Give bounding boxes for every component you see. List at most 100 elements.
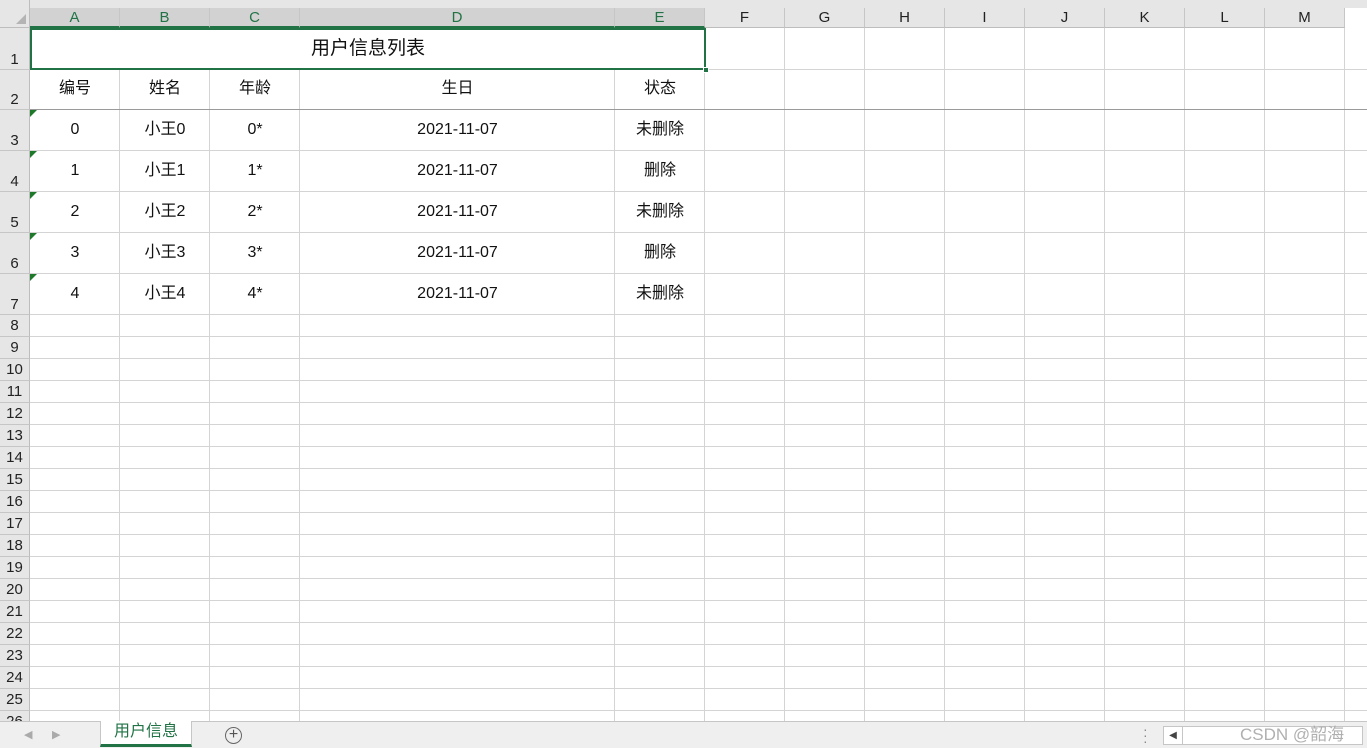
- row-header-16[interactable]: 16: [0, 491, 30, 513]
- column-header-e[interactable]: E: [615, 8, 705, 28]
- row-number: 21: [6, 603, 23, 620]
- row-header-1[interactable]: 1: [0, 28, 30, 70]
- column-header-j[interactable]: J: [1025, 8, 1105, 28]
- row-number: 1: [10, 51, 19, 68]
- grid-column-line: [864, 28, 865, 721]
- number-as-text-indicator-icon[interactable]: [30, 274, 37, 281]
- row-header-23[interactable]: 23: [0, 645, 30, 667]
- grid-row-line: [30, 402, 1367, 403]
- row-header-8[interactable]: 8: [0, 315, 30, 337]
- data-cell[interactable]: 4: [30, 274, 120, 315]
- column-header-i[interactable]: I: [945, 8, 1025, 28]
- data-cell[interactable]: 2021-11-07: [300, 110, 615, 151]
- row-header-20[interactable]: 20: [0, 579, 30, 601]
- data-cell[interactable]: 未删除: [615, 110, 705, 151]
- data-cell[interactable]: 4*: [210, 274, 300, 315]
- plus-circle-icon: +: [228, 726, 239, 743]
- header-cell[interactable]: 编号: [30, 70, 120, 110]
- row-header-9[interactable]: 9: [0, 337, 30, 359]
- data-cell[interactable]: 2*: [210, 192, 300, 233]
- data-cell[interactable]: 3*: [210, 233, 300, 274]
- scroll-tabs-left-icon[interactable]: ◀: [24, 728, 32, 741]
- add-sheet-button[interactable]: +: [225, 727, 242, 744]
- row-header-7[interactable]: 7: [0, 274, 30, 315]
- row-header-11[interactable]: 11: [0, 381, 30, 403]
- row-header-2[interactable]: 2: [0, 70, 30, 110]
- data-cell[interactable]: 未删除: [615, 192, 705, 233]
- row-number: 16: [6, 493, 23, 510]
- column-header-l[interactable]: L: [1185, 8, 1265, 28]
- data-cell[interactable]: 删除: [615, 233, 705, 274]
- row-header-18[interactable]: 18: [0, 535, 30, 557]
- grid-row-line: [30, 336, 1367, 337]
- data-cell[interactable]: 小王1: [120, 151, 210, 192]
- row-header-22[interactable]: 22: [0, 623, 30, 645]
- splitter-handle-icon[interactable]: · · ·: [1143, 722, 1148, 748]
- column-header-f[interactable]: F: [705, 8, 785, 28]
- grid-row-line: [30, 534, 1367, 535]
- row-header-10[interactable]: 10: [0, 359, 30, 381]
- data-cell[interactable]: 0*: [210, 110, 300, 151]
- data-cell[interactable]: 2: [30, 192, 120, 233]
- data-cell[interactable]: 2021-11-07: [300, 192, 615, 233]
- row-header-12[interactable]: 12: [0, 403, 30, 425]
- grid-column-line: [1184, 28, 1185, 721]
- header-cell[interactable]: 年龄: [210, 70, 300, 110]
- data-cell[interactable]: 1*: [210, 151, 300, 192]
- row-number: 20: [6, 581, 23, 598]
- row-header-3[interactable]: 3: [0, 110, 30, 151]
- data-cell[interactable]: 小王0: [120, 110, 210, 151]
- data-cell[interactable]: 1: [30, 151, 120, 192]
- column-header-b[interactable]: B: [120, 8, 210, 28]
- data-cell[interactable]: 小王4: [120, 274, 210, 315]
- data-cell[interactable]: 2021-11-07: [300, 233, 615, 274]
- sheet-tab-bar: ◀ ▶ 用户信息 + · · · ◀: [0, 721, 1367, 748]
- number-as-text-indicator-icon[interactable]: [30, 110, 37, 117]
- column-header-k[interactable]: K: [1105, 8, 1185, 28]
- column-header-a[interactable]: A: [30, 8, 120, 28]
- row-header-15[interactable]: 15: [0, 469, 30, 491]
- row-header-13[interactable]: 13: [0, 425, 30, 447]
- row-header-26[interactable]: 26: [0, 711, 30, 721]
- grid-row-line: [30, 424, 1367, 425]
- scroll-left-icon[interactable]: ◀: [1164, 727, 1183, 744]
- data-cell[interactable]: 小王2: [120, 192, 210, 233]
- row-header-4[interactable]: 4: [0, 151, 30, 192]
- row-header-14[interactable]: 14: [0, 447, 30, 469]
- scroll-tabs-right-icon[interactable]: ▶: [52, 728, 60, 741]
- title-cell[interactable]: 用户信息列表: [30, 28, 706, 70]
- spreadsheet-grid[interactable]: ABCDEFGHIJKLM 1 2 3 4 5 6 7 8 9 10 11 12 13 14 15 16 17 1…: [0, 0, 1367, 721]
- grid-row-line: [30, 358, 1367, 359]
- column-header-h[interactable]: H: [865, 8, 945, 28]
- column-header-d[interactable]: D: [300, 8, 615, 28]
- data-cell[interactable]: 2021-11-07: [300, 151, 615, 192]
- watermark: CSDN @韶海: [1240, 725, 1345, 744]
- header-cell[interactable]: 姓名: [120, 70, 210, 110]
- row-number: 19: [6, 559, 23, 576]
- header-cell[interactable]: 生日: [300, 70, 615, 110]
- row-header-17[interactable]: 17: [0, 513, 30, 535]
- number-as-text-indicator-icon[interactable]: [30, 151, 37, 158]
- row-number: 26: [6, 713, 23, 721]
- row-header-24[interactable]: 24: [0, 667, 30, 689]
- header-cell[interactable]: 状态: [615, 70, 705, 110]
- grid-row-line: [30, 490, 1367, 491]
- row-header-5[interactable]: 5: [0, 192, 30, 233]
- column-header-c[interactable]: C: [210, 8, 300, 28]
- data-cell[interactable]: 2021-11-07: [300, 274, 615, 315]
- data-cell[interactable]: 小王3: [120, 233, 210, 274]
- row-header-6[interactable]: 6: [0, 233, 30, 274]
- column-header-g[interactable]: G: [785, 8, 865, 28]
- number-as-text-indicator-icon[interactable]: [30, 233, 37, 240]
- row-header-19[interactable]: 19: [0, 557, 30, 579]
- data-cell[interactable]: 3: [30, 233, 120, 274]
- number-as-text-indicator-icon[interactable]: [30, 192, 37, 199]
- row-header-21[interactable]: 21: [0, 601, 30, 623]
- data-cell[interactable]: 未删除: [615, 274, 705, 315]
- sheet-tab-user-info[interactable]: 用户信息: [100, 721, 192, 747]
- column-header-m[interactable]: M: [1265, 8, 1345, 28]
- select-all-button[interactable]: [0, 0, 30, 28]
- data-cell[interactable]: 删除: [615, 151, 705, 192]
- data-cell[interactable]: 0: [30, 110, 120, 151]
- row-header-25[interactable]: 25: [0, 689, 30, 711]
